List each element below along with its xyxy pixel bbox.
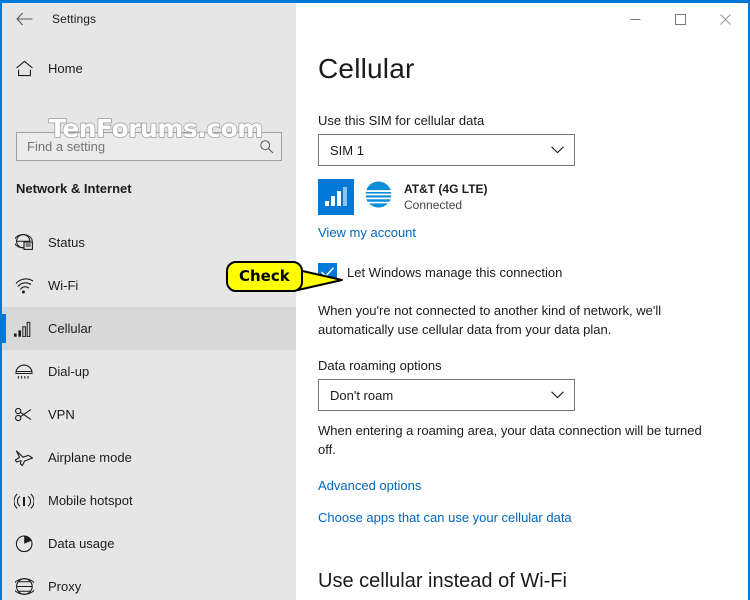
minimize-icon: [630, 18, 641, 20]
close-button[interactable]: [703, 3, 748, 35]
att-globe-logo-icon: [364, 180, 393, 214]
sidebar-item-cellular[interactable]: Cellular: [2, 307, 296, 350]
sidebar-item-label: Status: [48, 235, 85, 250]
search-input[interactable]: [17, 139, 251, 154]
check-callout-text: Check: [239, 267, 290, 285]
back-arrow-icon: [15, 12, 32, 26]
search-icon[interactable]: [251, 139, 281, 154]
sidebar-section-title: Network & Internet: [16, 181, 132, 196]
sidebar: Home TenForums.com Network & Internet St…: [2, 35, 296, 600]
cellular-bars-icon: [2, 321, 46, 337]
sidebar-item-vpn[interactable]: VPN: [2, 393, 296, 436]
sim-select-value: SIM 1: [330, 142, 364, 158]
provider-row: AT&T (4G LTE) Connected: [318, 179, 488, 215]
check-callout: Check: [226, 261, 343, 292]
sim-select[interactable]: SIM 1: [318, 134, 575, 166]
window-title: Settings: [52, 12, 97, 26]
sidebar-item-label: Airplane mode: [48, 450, 132, 465]
sidebar-item-mobile-hotspot[interactable]: Mobile hotspot: [2, 479, 296, 522]
choose-apps-link[interactable]: Choose apps that can use your cellular d…: [318, 510, 572, 525]
dialup-modem-icon: [2, 363, 46, 380]
chevron-down-icon: [551, 386, 564, 404]
page-title: Cellular: [318, 53, 415, 84]
sidebar-item-airplane-mode[interactable]: Airplane mode: [2, 436, 296, 479]
sidebar-item-label: Mobile hotspot: [48, 493, 133, 508]
window-controls: [613, 3, 748, 35]
content-panel: Cellular Use this SIM for cellular data …: [296, 35, 748, 600]
sidebar-item-dial-up[interactable]: Dial-up: [2, 350, 296, 393]
airplane-icon: [2, 449, 46, 467]
sidebar-item-label: Dial-up: [48, 364, 90, 379]
sidebar-item-home[interactable]: Home: [2, 53, 296, 83]
roaming-select-value: Don't roam: [330, 387, 394, 403]
sidebar-item-label: Wi-Fi: [48, 278, 79, 293]
roaming-label: Data roaming options: [318, 358, 442, 373]
callout-tail-icon: [297, 269, 343, 291]
sidebar-item-status[interactable]: Status: [2, 221, 296, 264]
roaming-select[interactable]: Don't roam: [318, 379, 575, 411]
sidebar-item-data-usage[interactable]: Data usage: [2, 522, 296, 565]
sidebar-item-label: Data usage: [48, 536, 115, 551]
vpn-key-icon: [2, 407, 46, 422]
back-button[interactable]: [2, 3, 46, 35]
view-my-account-link[interactable]: View my account: [318, 225, 416, 240]
maximize-icon: [675, 13, 686, 25]
provider-status: Connected: [404, 197, 463, 212]
let-windows-manage-label: Let Windows manage this connection: [347, 265, 563, 280]
advanced-options-link[interactable]: Advanced options: [318, 478, 421, 493]
hotspot-icon: [2, 493, 46, 509]
wifi-icon: [2, 277, 46, 294]
pie-chart-icon: [2, 534, 46, 553]
check-callout-body: Check: [226, 261, 303, 292]
chevron-down-icon: [551, 141, 564, 159]
sim-label: Use this SIM for cellular data: [318, 113, 485, 128]
sidebar-item-label: Proxy: [48, 579, 82, 594]
search-box[interactable]: [16, 132, 282, 161]
sidebar-home-label: Home: [48, 60, 83, 76]
sidebar-item-label: VPN: [48, 407, 75, 422]
section-heading-use-cellular: Use cellular instead of Wi-Fi: [318, 570, 567, 592]
settings-window: Settings Home Find a setting TenForums.c…: [0, 0, 750, 600]
let-windows-manage-row[interactable]: Let Windows manage this connection: [318, 263, 562, 282]
globe-proxy-icon: [2, 577, 46, 596]
maximize-button[interactable]: [658, 3, 703, 35]
sidebar-item-label: Cellular: [48, 321, 93, 336]
title-bar: Settings: [2, 3, 748, 35]
globe-status-icon: [2, 233, 46, 252]
roaming-description: When entering a roaming area, your data …: [318, 423, 702, 457]
provider-name: AT&T (4G LTE): [404, 181, 488, 196]
minimize-button[interactable]: [613, 3, 658, 35]
home-icon: [2, 60, 46, 77]
provider-text: AT&T (4G LTE) Connected: [404, 182, 488, 213]
sidebar-item-proxy[interactable]: Proxy: [2, 565, 296, 600]
cellular-signal-icon: [318, 179, 354, 215]
close-icon: [720, 13, 731, 25]
manage-description: When you're not connected to another kin…: [318, 303, 662, 337]
